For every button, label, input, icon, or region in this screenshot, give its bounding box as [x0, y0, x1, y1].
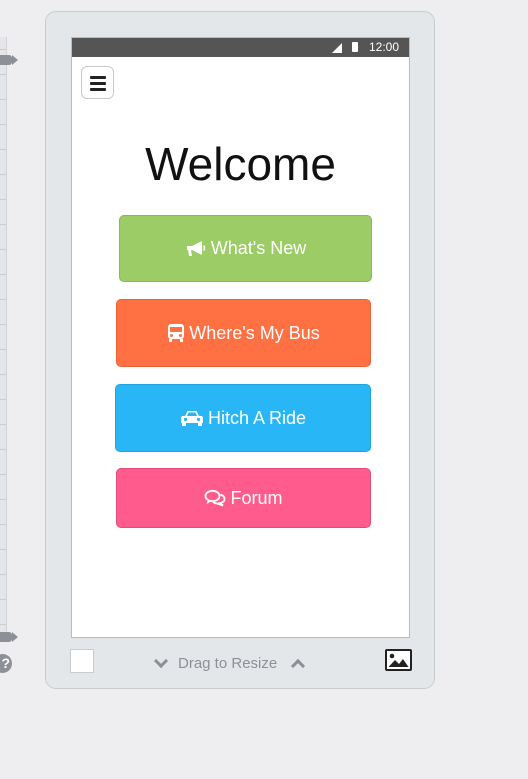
- ruler-tick: [0, 99, 6, 100]
- hamburger-menu-button[interactable]: [81, 66, 114, 99]
- ruler-tick: [0, 249, 6, 250]
- ruler-tick: [0, 624, 6, 625]
- ruler-tick: [0, 374, 6, 375]
- wheres-my-bus-button[interactable]: Where's My Bus: [116, 299, 371, 367]
- forum-label: Forum: [230, 487, 283, 508]
- megaphone-icon: [186, 240, 206, 256]
- ruler-tick: [0, 199, 6, 200]
- top-resize-handle[interactable]: [0, 55, 18, 65]
- ruler-tick: [0, 499, 6, 500]
- wheres-my-bus-label: Where's My Bus: [189, 322, 320, 343]
- device-height-ruler: [0, 37, 7, 637]
- ruler-tick: [0, 399, 6, 400]
- hitch-a-ride-label: Hitch A Ride: [207, 407, 307, 428]
- car-icon: [180, 411, 203, 426]
- ruler-tick: [0, 124, 6, 125]
- battery-icon: [352, 42, 358, 52]
- ruler-tick: [0, 224, 6, 225]
- ruler-tick: [0, 274, 6, 275]
- ruler-tick: [0, 74, 6, 75]
- hitch-a-ride-button[interactable]: Hitch A Ride: [115, 384, 371, 452]
- help-icon[interactable]: ?: [0, 654, 12, 673]
- forum-button[interactable]: Forum: [116, 468, 371, 528]
- image-icon[interactable]: [385, 649, 412, 671]
- ruler-tick: [0, 49, 6, 50]
- ruler-tick: [0, 349, 6, 350]
- comments-icon: [205, 489, 226, 507]
- device-frame: 12:00 Welcome What's New Where's My Bus …: [45, 11, 435, 689]
- resize-toolbar: Drag to Resize: [46, 648, 434, 688]
- ruler-tick: [0, 324, 6, 325]
- ruler-tick: [0, 474, 6, 475]
- ruler-tick: [0, 599, 6, 600]
- chevron-down-icon[interactable]: [153, 653, 169, 668]
- app-screen: 12:00 Welcome What's New Where's My Bus …: [71, 37, 410, 638]
- whats-new-label: What's New: [210, 238, 307, 258]
- status-bar: 12:00: [72, 38, 409, 57]
- ruler-tick: [0, 574, 6, 575]
- ruler-tick: [0, 549, 6, 550]
- hamburger-menu-icon: [90, 82, 106, 85]
- ruler-tick: [0, 524, 6, 525]
- signal-icon: [332, 43, 342, 53]
- ruler-tick: [0, 174, 6, 175]
- chevron-up-icon[interactable]: [291, 658, 306, 673]
- frame-toggle-checkbox[interactable]: [70, 649, 94, 673]
- drag-to-resize-control[interactable]: Drag to Resize: [153, 651, 306, 675]
- ruler-tick: [0, 299, 6, 300]
- whats-new-button[interactable]: What's New: [119, 215, 372, 282]
- drag-to-resize-label: Drag to Resize: [178, 654, 278, 672]
- bus-icon: [168, 324, 185, 342]
- ruler-tick: [0, 149, 6, 150]
- hamburger-menu-icon: [90, 76, 106, 79]
- ruler-tick: [0, 449, 6, 450]
- status-time: 12:00: [368, 40, 399, 54]
- hamburger-menu-icon: [90, 88, 106, 91]
- ruler-tick: [0, 424, 6, 425]
- bottom-resize-handle[interactable]: [0, 632, 18, 642]
- page-title: Welcome: [145, 138, 336, 190]
